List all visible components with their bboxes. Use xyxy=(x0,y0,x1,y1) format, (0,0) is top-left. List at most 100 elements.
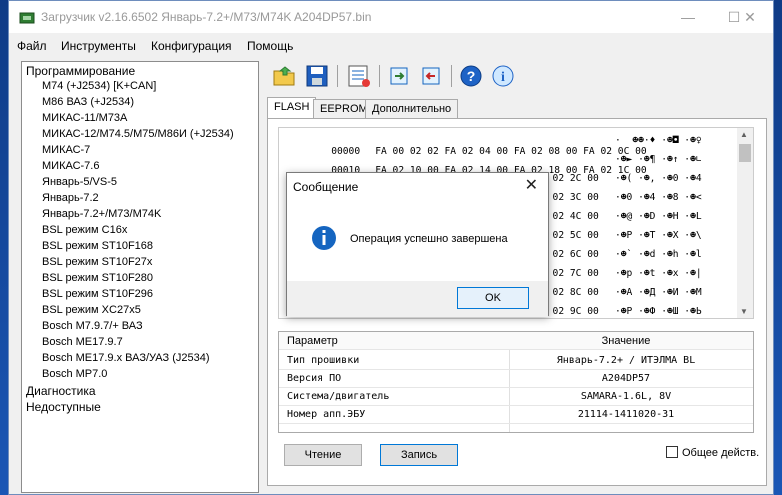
hex-ascii: ·☻( ·☻, ·☻0 ·☻4 xyxy=(615,173,702,184)
message-dialog: Сообщение ✕ Операция успешно завершена O… xyxy=(286,172,549,317)
params-header: Параметр Значение xyxy=(279,332,753,350)
ok-button[interactable]: OK xyxy=(457,287,529,309)
open-folder-icon[interactable] xyxy=(271,62,299,90)
tree-group-programming[interactable]: Программирование xyxy=(26,64,135,78)
tree-group-unavailable[interactable]: Недоступные xyxy=(26,400,101,414)
tree-item[interactable]: BSL режим XC27x5 xyxy=(42,304,141,316)
hex-bytes-partial: A 02 3C 00 xyxy=(541,192,599,203)
tree-group-diagnostics[interactable]: Диагностика xyxy=(26,384,96,398)
tree-item[interactable]: BSL режим ST10F280 xyxy=(42,272,153,284)
tree-item[interactable]: BSL режим ST10F27x xyxy=(42,256,152,268)
window-title: Загрузчик v2.16.6502 Январь-7.2+/M73/M74… xyxy=(41,10,372,24)
dialog-body: Операция успешно завершена xyxy=(287,203,548,283)
tree-item-selected[interactable]: Январь-7.2+/M73/M74K xyxy=(42,208,161,220)
param-value: SAMARA-1.6L, 8V xyxy=(580,391,672,402)
hex-bytes-partial: A 02 8C 00 xyxy=(541,287,599,298)
toolbar: ? i xyxy=(265,61,765,91)
checkbox-box[interactable] xyxy=(666,446,678,458)
hex-ascii: ·☻@ ·☻D ·☻H ·☻L xyxy=(615,211,702,222)
checkbox-label: Общее действ. xyxy=(682,447,760,459)
hex-bytes-partial: A 02 9C 00 xyxy=(541,306,599,317)
save-disk-icon[interactable] xyxy=(303,62,331,90)
hex-ascii: ·☻0 ·☻4 ·☻8 ·☻< xyxy=(615,192,702,203)
param-key: Номер апп.ЭБУ xyxy=(287,409,366,420)
scroll-up-icon[interactable]: ▲ xyxy=(740,130,748,139)
desktop-background-right xyxy=(774,0,782,495)
hex-ascii: ·☻► ·☻¶ ·☻↑ ·☻∟ xyxy=(615,154,702,165)
close-button[interactable]: ✕ xyxy=(727,1,773,33)
svg-text:i: i xyxy=(501,70,505,85)
menu-bar: Файл Инструменты Конфигурация Помощь xyxy=(9,35,773,57)
toolbar-separator xyxy=(337,65,338,87)
tree-item[interactable]: МИКАС-11/M73A xyxy=(42,112,127,124)
svg-text:?: ? xyxy=(467,68,476,84)
table-row: Тип прошивки Январь-7.2+ / ИТЭЛМА BL xyxy=(279,352,753,370)
desktop-background xyxy=(0,0,8,495)
menu-tools[interactable]: Инструменты xyxy=(61,39,136,53)
tree-item[interactable]: BSL режим C16x xyxy=(42,224,127,236)
hex-vertical-scrollbar[interactable]: ▲ ▼ xyxy=(737,128,753,318)
hex-bytes-partial: A 02 2C 00 xyxy=(541,173,599,184)
dialog-close-icon[interactable]: ✕ xyxy=(525,175,538,195)
hex-bytes-partial: A 02 6C 00 xyxy=(541,249,599,260)
minimize-button[interactable]: — xyxy=(665,1,711,33)
tree-item[interactable]: Bosch ME17.9.7 xyxy=(42,336,123,348)
tree-item[interactable]: Январь-5/VS-5 xyxy=(42,176,117,188)
app-window: Загрузчик v2.16.6502 Январь-7.2+/M73/M74… xyxy=(8,0,774,495)
hex-ascii: ·☻А ·☻Д ·☻И ·☻М xyxy=(615,287,702,298)
tree-item[interactable]: Январь-7.2 xyxy=(42,192,99,204)
params-header-key: Параметр xyxy=(287,335,338,347)
read-chip-icon[interactable] xyxy=(385,62,413,90)
ecu-tree[interactable]: Программирование M74 (+J2534) [K+CAN] M8… xyxy=(21,61,259,493)
dialog-footer: OK xyxy=(287,281,548,317)
tree-item[interactable]: МИКАС-12/M74.5/M75/M86И (+J2534) xyxy=(42,128,234,140)
toolbar-separator xyxy=(379,65,380,87)
app-icon xyxy=(19,12,35,24)
tree-item[interactable]: Bosch MP7.0 xyxy=(42,368,107,380)
param-key: Система/двигатель xyxy=(287,391,390,402)
write-button[interactable]: Запись xyxy=(380,444,458,466)
dialog-title: Сообщение xyxy=(293,180,359,194)
menu-help[interactable]: Помощь xyxy=(247,39,293,53)
info-icon[interactable]: i xyxy=(489,62,517,90)
menu-file[interactable]: Файл xyxy=(17,39,47,53)
table-row: Версия ПО A204DP57 xyxy=(279,370,753,388)
hex-ascii: ·☻` ·☻d ·☻h ·☻l xyxy=(615,249,702,260)
params-header-value: Значение xyxy=(601,335,651,347)
tree-item[interactable]: M74 (+J2534) [K+CAN] xyxy=(42,80,156,92)
param-value: 21114-1411020-31 xyxy=(577,409,675,420)
tab-flash[interactable]: FLASH xyxy=(267,97,317,119)
scroll-thumb[interactable] xyxy=(739,144,751,162)
write-chip-icon[interactable] xyxy=(417,62,445,90)
tree-item[interactable]: Bosch ME17.9.x ВАЗ/УАЗ (J2534) xyxy=(42,352,210,364)
scroll-down-icon[interactable]: ▼ xyxy=(740,307,748,316)
param-key: Тип прошивки xyxy=(287,355,360,366)
title-bar[interactable]: Загрузчик v2.16.6502 Январь-7.2+/M73/M74… xyxy=(9,1,773,33)
hex-bytes-partial: A 02 5C 00 xyxy=(541,230,599,241)
tree-item[interactable]: BSL режим ST10F296 xyxy=(42,288,153,300)
common-action-checkbox[interactable]: Общее действ. xyxy=(666,446,759,459)
param-value: A204DP57 xyxy=(601,373,651,384)
table-row: Номер апп.ЭБУ 21114-1411020-31 xyxy=(279,406,753,424)
tree-item[interactable]: МИКАС-7.6 xyxy=(42,160,99,172)
tree-item[interactable]: BSL режим ST10F168 xyxy=(42,240,153,252)
params-table: Параметр Значение Тип прошивки Январь-7.… xyxy=(278,331,754,433)
tab-additional[interactable]: Дополнительно xyxy=(365,99,459,119)
tree-item[interactable]: МИКАС-7 xyxy=(42,144,90,156)
tree-item[interactable]: M86 ВАЗ (+J2534) xyxy=(42,96,134,108)
param-value: Январь-7.2+ / ИТЭЛМА BL xyxy=(556,355,696,366)
hex-bytes-partial: A 02 7C 00 xyxy=(541,268,599,279)
tree-item[interactable]: Bosch M7.9.7/+ ВАЗ xyxy=(42,320,143,332)
hex-ascii: ·☻P ·☻T ·☻X ·☻\ xyxy=(615,230,702,241)
help-icon[interactable]: ? xyxy=(457,62,485,90)
param-key: Версия ПО xyxy=(287,373,342,384)
hex-bytes-partial: A 02 4C 00 xyxy=(541,211,599,222)
settings-list-icon[interactable] xyxy=(345,62,373,90)
menu-configuration[interactable]: Конфигурация xyxy=(151,39,232,53)
toolbar-separator xyxy=(451,65,452,87)
hex-ascii: ·☻p ·☻t ·☻x ·☻| xyxy=(615,268,702,279)
information-icon xyxy=(312,226,336,250)
table-row: Система/двигатель SAMARA-1.6L, 8V xyxy=(279,388,753,406)
read-button[interactable]: Чтение xyxy=(284,444,362,466)
dialog-message: Операция успешно завершена xyxy=(350,233,508,245)
